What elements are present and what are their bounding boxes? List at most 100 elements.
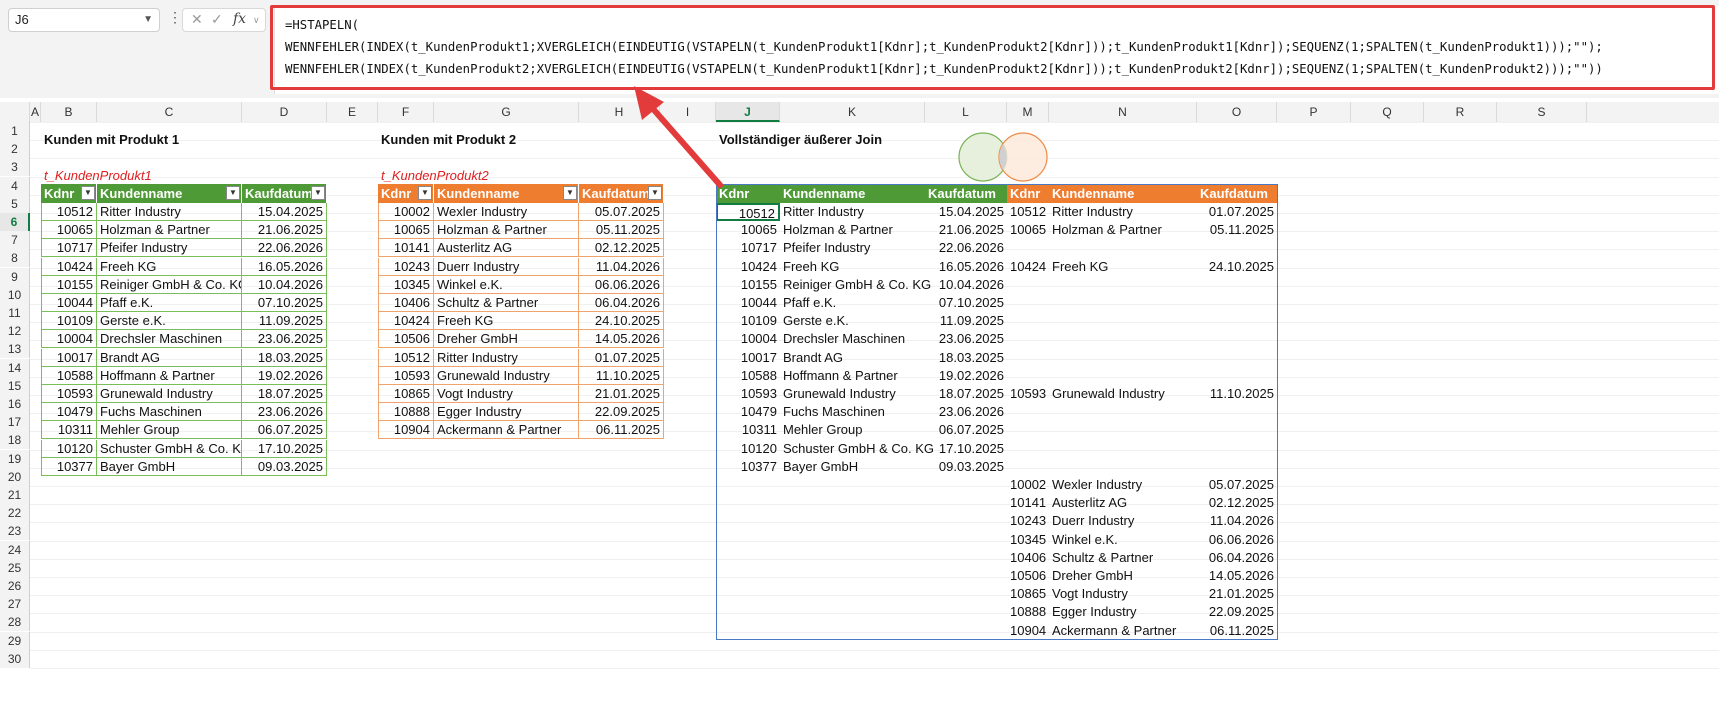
table1-cell[interactable]: 10109 [41, 312, 97, 331]
table2-cell[interactable]: 10002 [378, 203, 434, 221]
filter-dropdown-icon[interactable]: ▼ [81, 186, 95, 200]
table2-cell[interactable]: 05.11.2025 [579, 221, 664, 240]
table2-cell[interactable]: Schultz & Partner [434, 294, 579, 312]
row-header-12[interactable]: 12 [0, 322, 30, 341]
table1-cell[interactable]: 23.06.2026 [242, 403, 327, 422]
table1-cell[interactable]: 07.10.2025 [242, 294, 327, 312]
row-header-23[interactable]: 23 [0, 522, 30, 541]
table1-cell[interactable]: 06.07.2025 [242, 421, 327, 440]
table1-cell[interactable]: 15.04.2025 [242, 203, 327, 221]
table2-cell[interactable]: 10406 [378, 294, 434, 312]
row-header-8[interactable]: 8 [0, 249, 30, 268]
table1-cell[interactable]: 18.03.2025 [242, 348, 327, 367]
table2-cell[interactable]: 06.11.2025 [579, 421, 664, 440]
table1-cell[interactable]: Fuchs Maschinen [97, 403, 242, 422]
table1-cell[interactable]: Grunewald Industry [97, 385, 242, 403]
row-header-3[interactable]: 3 [0, 158, 30, 177]
table2-cell[interactable]: 10904 [378, 421, 434, 440]
table1-cell[interactable]: Schuster GmbH & Co. KG [97, 439, 242, 458]
column-header-L[interactable]: L [925, 102, 1007, 122]
table2-cell[interactable]: 10506 [378, 330, 434, 349]
row-header-1[interactable]: 1 [0, 122, 30, 140]
row-header-28[interactable]: 28 [0, 613, 30, 632]
row-header-22[interactable]: 22 [0, 504, 30, 523]
row-header-19[interactable]: 19 [0, 449, 30, 468]
table1-cell[interactable]: 10044 [41, 294, 97, 312]
table1-cell[interactable]: 10065 [41, 221, 97, 240]
row-header-24[interactable]: 24 [0, 540, 30, 559]
table2-cell[interactable]: Egger Industry [434, 403, 579, 422]
table2-cell[interactable]: Winkel e.K. [434, 275, 579, 294]
table2-cell[interactable]: 10065 [378, 221, 434, 240]
table1-cell[interactable]: Brandt AG [97, 348, 242, 367]
row-header-11[interactable]: 11 [0, 304, 30, 322]
name-box[interactable]: J6 ▼ [8, 8, 160, 32]
column-header-S[interactable]: S [1497, 102, 1587, 122]
table2-cell[interactable]: 10888 [378, 403, 434, 422]
table2-cell[interactable]: 24.10.2025 [579, 312, 664, 331]
row-header-16[interactable]: 16 [0, 395, 30, 413]
table1-header-kdnr[interactable]: Kdnr ▼ [41, 184, 97, 203]
filter-dropdown-icon[interactable]: ▼ [311, 186, 325, 200]
table2-cell[interactable]: Ritter Industry [434, 348, 579, 367]
table1-cell[interactable]: Holzman & Partner [97, 221, 242, 240]
table2-cell[interactable]: 10141 [378, 239, 434, 258]
table2-cell[interactable]: Dreher GmbH [434, 330, 579, 349]
table1-cell[interactable]: 10311 [41, 421, 97, 440]
row-header-6[interactable]: 6 [0, 213, 30, 231]
table2-cell[interactable]: Vogt Industry [434, 385, 579, 403]
table2-cell[interactable]: Austerlitz AG [434, 239, 579, 258]
chevron-down-icon[interactable]: ∨ [253, 15, 260, 26]
table1-cell[interactable]: 09.03.2025 [242, 457, 327, 476]
table1-cell[interactable]: 10593 [41, 385, 97, 403]
table2-cell[interactable]: 10512 [378, 348, 434, 367]
row-header-30[interactable]: 30 [0, 649, 30, 668]
column-header-C[interactable]: C [97, 102, 242, 122]
column-header-R[interactable]: R [1424, 102, 1497, 122]
column-header-K[interactable]: K [780, 102, 925, 122]
table1-cell[interactable]: 10377 [41, 457, 97, 476]
table2-cell[interactable]: Freeh KG [434, 312, 579, 331]
table1-cell[interactable]: Hoffmann & Partner [97, 366, 242, 385]
column-header-O[interactable]: O [1197, 102, 1277, 122]
table1-cell[interactable]: Ritter Industry [97, 203, 242, 221]
check-icon[interactable]: ✓ [211, 11, 223, 28]
table2-header-kdnr[interactable]: Kdnr ▼ [378, 184, 434, 203]
row-header-27[interactable]: 27 [0, 595, 30, 614]
row-header-7[interactable]: 7 [0, 231, 30, 250]
table2-cell[interactable]: Ackermann & Partner [434, 421, 579, 440]
table2-cell[interactable]: Wexler Industry [434, 203, 579, 221]
table2-cell[interactable]: 21.01.2025 [579, 385, 664, 403]
row-header-2[interactable]: 2 [0, 140, 30, 159]
row-header-20[interactable]: 20 [0, 467, 30, 486]
table2-cell[interactable]: Duerr Industry [434, 257, 579, 276]
table2-header-name[interactable]: Kundenname ▼ [434, 184, 579, 203]
table1-cell[interactable]: 10479 [41, 403, 97, 422]
table1-header-name[interactable]: Kundenname ▼ [97, 184, 242, 203]
row-header-4[interactable]: 4 [0, 176, 30, 195]
table1-header-date[interactable]: Kaufdatum ▼ [242, 184, 327, 203]
table1-cell[interactable]: Drechsler Maschinen [97, 330, 242, 349]
table2-cell[interactable]: 10243 [378, 257, 434, 276]
table1-cell[interactable]: Bayer GmbH [97, 457, 242, 476]
row-header-14[interactable]: 14 [0, 358, 30, 377]
column-header-P[interactable]: P [1277, 102, 1351, 122]
table1-cell[interactable]: Pfaff e.K. [97, 294, 242, 312]
table1-cell[interactable]: 10588 [41, 366, 97, 385]
select-all-corner[interactable] [0, 102, 30, 122]
row-header-25[interactable]: 25 [0, 558, 30, 577]
table2-cell[interactable]: 11.04.2026 [579, 257, 664, 276]
row-header-13[interactable]: 13 [0, 340, 30, 359]
table1-cell[interactable]: Reiniger GmbH & Co. KG [97, 275, 242, 294]
table2-cell[interactable]: 10424 [378, 312, 434, 331]
row-header-5[interactable]: 5 [0, 194, 30, 213]
table2-cell[interactable]: 10593 [378, 366, 434, 385]
table1-cell[interactable]: 10004 [41, 330, 97, 349]
table1-cell[interactable]: Pfeifer Industry [97, 239, 242, 258]
table1-cell[interactable]: Mehler Group [97, 421, 242, 440]
table1-cell[interactable]: 10512 [41, 203, 97, 221]
table2-cell[interactable]: 10865 [378, 385, 434, 403]
table1-cell[interactable]: 19.02.2026 [242, 366, 327, 385]
row-header-10[interactable]: 10 [0, 285, 30, 304]
filter-dropdown-icon[interactable]: ▼ [226, 186, 240, 200]
